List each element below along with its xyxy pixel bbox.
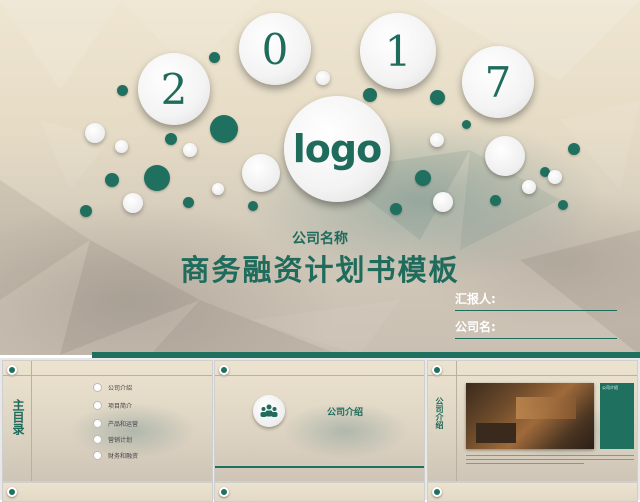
menu-item[interactable]: 产品和运营 — [93, 419, 138, 428]
divider — [215, 375, 424, 376]
slide-thumbnail-section[interactable]: 公司介绍 — [214, 360, 425, 482]
year-digit: 7 — [484, 57, 512, 107]
year-digit-circle: 2 — [138, 53, 210, 125]
year-digit-circle: 1 — [360, 13, 436, 89]
white-dot — [316, 71, 330, 85]
green-dot — [462, 120, 471, 129]
page-title: 商务融资计划书模板 — [180, 253, 460, 287]
menu-item-label: 产品和运营 — [108, 421, 139, 428]
cross-icon — [93, 435, 102, 444]
slide-dot-icon — [219, 487, 229, 497]
white-dot — [548, 170, 562, 184]
slide-thumbnail-contents[interactable]: 主目录 公司介绍 项目简介 产品和运营 营销计划 财务和融资 — [2, 360, 213, 482]
gear-icon — [93, 419, 102, 428]
footer-bar — [215, 466, 424, 468]
office-reception-photo — [466, 383, 594, 449]
company-underline — [455, 338, 617, 339]
divider — [456, 361, 457, 481]
team-icon-badge — [253, 395, 285, 427]
reporter-underline — [455, 310, 617, 311]
slide-thumbnail-partial[interactable] — [427, 482, 638, 502]
menu-item-label: 公司介绍 — [108, 385, 133, 392]
menu-item-label: 营销计划 — [108, 437, 133, 444]
slide-dot-icon — [7, 487, 17, 497]
slide-dot-icon — [219, 365, 229, 375]
green-dot — [183, 197, 194, 208]
logo-text: logo — [292, 127, 382, 171]
company-label: 公司名: — [455, 320, 496, 334]
menu-item[interactable]: 财务和融资 — [93, 451, 138, 460]
menu-item-label: 项目简介 — [108, 403, 133, 410]
divider — [31, 361, 32, 481]
green-dot — [558, 200, 568, 210]
text-lines — [466, 455, 634, 464]
slide-thumbnail-company-intro[interactable]: 公司介绍 公司介绍 — [427, 360, 638, 482]
year-digit: 1 — [384, 26, 412, 76]
white-dot — [85, 123, 105, 143]
green-dot — [105, 173, 119, 187]
triangle-icon — [93, 383, 102, 392]
contents-vertical-title: 主目录 — [11, 399, 25, 435]
logo-circle: logo — [284, 96, 390, 202]
document-icon — [93, 401, 102, 410]
green-dot — [80, 205, 92, 217]
green-dot — [209, 52, 220, 63]
green-dot — [390, 203, 402, 215]
main-slide[interactable]: 2 0 1 7 logo 公司名称 商务融资计划书模板 汇报人: 公司名: — [0, 0, 640, 355]
slide-dot-icon — [432, 487, 442, 497]
green-dot — [117, 85, 128, 96]
section-title: 公司介绍 — [327, 408, 364, 418]
slide-thumbnail-partial[interactable] — [2, 482, 213, 502]
company-intro-vertical-title: 公司介绍 — [435, 397, 444, 429]
menu-item[interactable]: 公司介绍 — [93, 383, 132, 392]
divider — [428, 375, 637, 376]
white-dot — [522, 180, 536, 194]
green-dot — [248, 201, 258, 211]
green-dot — [144, 165, 170, 191]
divider — [3, 375, 212, 376]
white-dot — [433, 192, 453, 212]
green-dot — [363, 88, 377, 102]
green-dot — [165, 133, 177, 145]
white-dot — [115, 140, 128, 153]
side-panel: 公司介绍 — [600, 383, 634, 449]
white-dot — [123, 193, 143, 213]
year-digit-circle: 7 — [462, 46, 534, 118]
green-dot — [210, 115, 238, 143]
white-dot — [183, 143, 197, 157]
white-dot — [430, 133, 444, 147]
list-icon — [93, 451, 102, 460]
slide-thumbnail-strip: 主目录 公司介绍 项目简介 产品和运营 营销计划 财务和融资 公司介绍 公司介绍… — [0, 358, 640, 502]
menu-item[interactable]: 营销计划 — [93, 435, 132, 444]
white-dot — [485, 136, 525, 176]
green-dot — [568, 143, 580, 155]
white-dot — [242, 154, 280, 192]
menu-item-label: 财务和融资 — [108, 453, 139, 460]
slide-thumbnail-partial[interactable] — [214, 482, 425, 502]
green-dot — [415, 170, 431, 186]
reporter-label: 汇报人: — [455, 292, 496, 306]
white-dot — [212, 183, 224, 195]
green-dot — [490, 195, 501, 206]
slide-dot-icon — [432, 365, 442, 375]
year-digit: 0 — [261, 24, 289, 74]
slide-dot-icon — [7, 365, 17, 375]
green-dot — [430, 90, 445, 105]
menu-item[interactable]: 项目简介 — [93, 401, 132, 410]
year-digit: 2 — [160, 64, 188, 114]
side-heading: 公司介绍 — [602, 385, 618, 390]
company-name: 公司名称 — [292, 231, 348, 247]
team-icon — [260, 404, 278, 417]
year-digit-circle: 0 — [239, 13, 311, 85]
